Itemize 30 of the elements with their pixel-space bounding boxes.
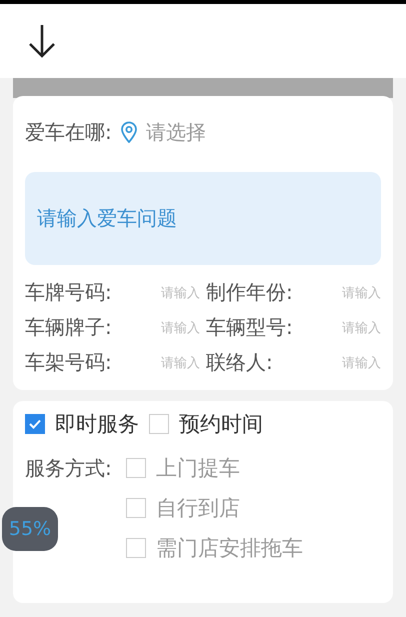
input-field[interactable]: 请输入 xyxy=(298,354,381,372)
download-arrow-icon[interactable] xyxy=(28,24,56,58)
field-label: 车辆型号: xyxy=(206,314,293,341)
option-label: 预约时间 xyxy=(179,411,263,438)
checkbox[interactable] xyxy=(126,458,146,478)
field-label: 车架号码: xyxy=(25,349,112,376)
input-field[interactable]: 请输入 xyxy=(118,354,200,372)
checkbox[interactable] xyxy=(126,538,146,558)
input-field[interactable]: 请输入 xyxy=(298,284,381,302)
input-field[interactable]: 请输入 xyxy=(118,284,200,302)
input-field[interactable]: 请输入 xyxy=(298,318,381,336)
input-field[interactable]: 请输入 xyxy=(118,318,200,336)
option-label: 自行到店 xyxy=(156,495,240,522)
checkbox[interactable] xyxy=(25,414,45,434)
location-label: 爱车在哪: xyxy=(25,118,112,146)
field-label: 制作年份: xyxy=(206,279,293,306)
service-method-label: 服务方式: xyxy=(25,455,112,482)
option-label: 需门店安排拖车 xyxy=(156,535,303,562)
checkmark-icon xyxy=(29,419,41,429)
checkbox[interactable] xyxy=(126,498,146,518)
checkbox[interactable] xyxy=(149,414,169,434)
location-select[interactable]: 请选择 xyxy=(146,118,206,146)
problem-field[interactable]: 请输入爱车问题 xyxy=(25,172,381,265)
field-label: 联络人: xyxy=(206,349,274,376)
option-label: 即时服务 xyxy=(55,411,139,438)
option-label: 上门提车 xyxy=(156,455,240,482)
location-pin-icon xyxy=(120,121,138,143)
field-label: 车辆牌子: xyxy=(25,314,112,341)
field-label: 车牌号码: xyxy=(25,279,112,306)
progress-badge: 55% xyxy=(2,507,58,551)
